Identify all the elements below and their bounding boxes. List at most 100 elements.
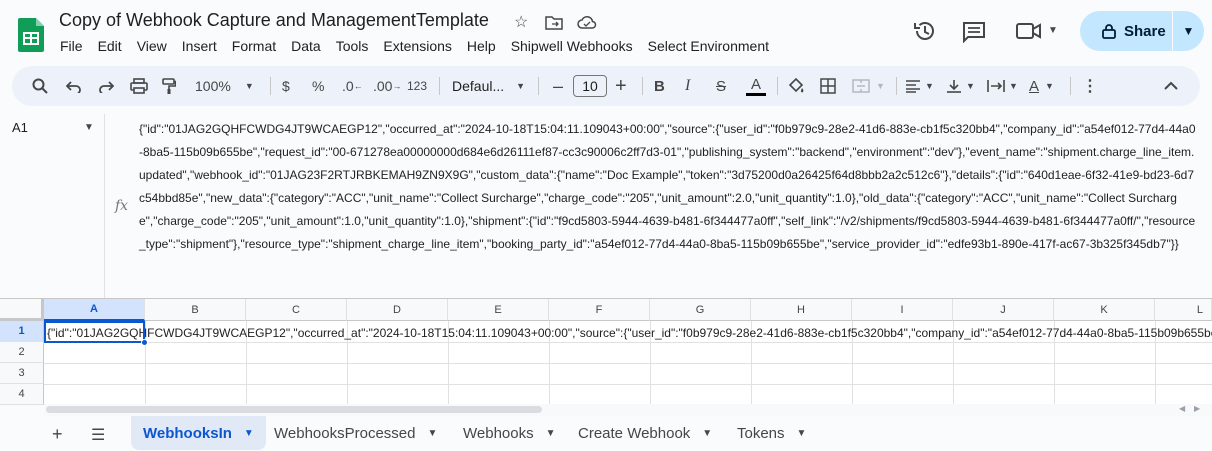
sheet-tab-webhooksin[interactable]: WebhooksIn ▼ [131, 416, 266, 450]
spreadsheet-app: Copy of Webhook Capture and ManagementTe… [0, 0, 1212, 451]
history-icon[interactable] [913, 20, 937, 42]
menu-view[interactable]: View [137, 38, 173, 54]
decrease-decimal-button[interactable]: .0 ← [342, 66, 363, 106]
font-size-field[interactable]: 10 [573, 66, 607, 106]
menu-help[interactable]: Help [467, 38, 502, 54]
share-label: Share [1124, 22, 1166, 40]
sheet-tab-label: WebhooksIn [143, 424, 232, 442]
format-currency-button[interactable]: $ [282, 66, 290, 106]
print-icon[interactable] [130, 66, 148, 106]
text-color-label: A [750, 75, 761, 93]
more-options-icon[interactable]: ⋮ [1082, 66, 1098, 106]
share-button[interactable]: Share ▼ [1080, 11, 1204, 51]
search-menus-icon[interactable] [32, 66, 48, 106]
font-caret-icon: ▼ [516, 81, 526, 91]
row-header-4[interactable]: 4 [0, 384, 44, 405]
column-header-b[interactable]: B [145, 299, 246, 321]
sheet-tab-caret-icon[interactable]: ▼ [797, 428, 807, 439]
zoom-select[interactable]: 100% ▼ [195, 66, 254, 106]
menu-insert[interactable]: Insert [182, 38, 223, 54]
bold-button[interactable]: B [654, 66, 665, 106]
zoom-caret-icon: ▼ [244, 81, 254, 91]
column-header-a[interactable]: A [44, 299, 145, 321]
document-title[interactable]: Copy of Webhook Capture and ManagementTe… [59, 10, 489, 31]
scroll-left-icon[interactable]: ◀ [1179, 404, 1185, 413]
font-size-decrease-button[interactable]: – [553, 66, 563, 106]
more-formats-button[interactable]: 123 [407, 66, 427, 106]
fill-handle[interactable] [141, 339, 148, 346]
merge-cells-icon[interactable]: ▼ [852, 66, 885, 106]
undo-icon[interactable] [66, 66, 82, 106]
google-sheets-logo[interactable] [18, 18, 44, 52]
text-color-button[interactable]: A [746, 66, 766, 106]
column-header-c[interactable]: C [246, 299, 347, 321]
sheet-tab-create-webhook[interactable]: Create Webhook ▼ [566, 416, 724, 450]
select-all-corner[interactable] [0, 299, 44, 321]
sheet-grid[interactable]: A B C D E F G H I J K L 1 2 3 4 {"id":"0… [0, 298, 1212, 405]
menu-format[interactable]: Format [232, 38, 282, 54]
column-header-i[interactable]: I [852, 299, 953, 321]
text-rotation-button[interactable]: A ▼ [1029, 66, 1054, 106]
scroll-right-icon[interactable]: ▶ [1194, 404, 1200, 413]
font-select[interactable]: Defaul... ▼ [452, 66, 525, 106]
menu-edit[interactable]: Edit [98, 38, 128, 54]
column-header-d[interactable]: D [347, 299, 448, 321]
horizontal-align-icon[interactable]: ▼ [905, 66, 934, 106]
font-size-increase-button[interactable]: + [615, 66, 627, 106]
column-header-j[interactable]: J [953, 299, 1054, 321]
sheet-tab-webhooks[interactable]: Webhooks ▼ [451, 416, 568, 450]
text-wrapping-icon[interactable]: ▼ [987, 66, 1018, 106]
format-percent-button[interactable]: % [312, 66, 324, 106]
sheet-tab-caret-icon[interactable]: ▼ [702, 428, 712, 439]
menu-shipwell-webhooks[interactable]: Shipwell Webhooks [511, 38, 639, 54]
sheet-tab-webhooksprocessed[interactable]: WebhooksProcessed ▼ [262, 416, 449, 450]
redo-icon[interactable] [98, 66, 114, 106]
horizontal-scroll-thumb[interactable] [46, 406, 542, 413]
column-header-f[interactable]: F [549, 299, 650, 321]
star-icon[interactable]: ☆ [514, 12, 528, 32]
column-header-g[interactable]: G [650, 299, 751, 321]
add-sheet-icon[interactable]: + [52, 424, 63, 445]
sheet-tab-caret-icon[interactable]: ▼ [427, 428, 437, 439]
meet-dropdown-caret-icon[interactable]: ▼ [1048, 25, 1058, 36]
strikethrough-button[interactable]: S [716, 66, 726, 106]
sheet-tab-caret-icon[interactable]: ▼ [546, 428, 556, 439]
sheet-tab-label: Tokens [737, 424, 785, 442]
menu-tools[interactable]: Tools [336, 38, 375, 54]
collapse-menus-icon[interactable] [1164, 66, 1178, 106]
fill-color-icon[interactable] [787, 66, 805, 106]
meet-icon[interactable] [1016, 22, 1042, 40]
borders-icon[interactable] [820, 66, 836, 106]
italic-button[interactable]: I [685, 66, 690, 106]
name-box[interactable]: A1 [12, 120, 28, 135]
column-header-k[interactable]: K [1054, 299, 1155, 321]
menu-extensions[interactable]: Extensions [383, 38, 457, 54]
cell-a1[interactable]: {"id":"01JAG2GQHFCWDG4JT9WCAEGP12","occu… [47, 326, 1212, 340]
toolbar: 100% ▼ $ % .0 ← .00 → 123 Defaul... ▼ – 10 +… [12, 66, 1200, 106]
column-header-l[interactable]: L [1155, 299, 1212, 321]
column-header-h[interactable]: H [751, 299, 852, 321]
move-folder-icon[interactable] [545, 16, 563, 30]
menu-data[interactable]: Data [291, 38, 327, 54]
sheet-tab-caret-icon[interactable]: ▼ [244, 428, 254, 439]
column-header-e[interactable]: E [448, 299, 549, 321]
comment-icon[interactable] [962, 21, 986, 43]
fx-icon: fx [115, 198, 129, 214]
text-color-swatch [746, 92, 766, 96]
vertical-align-icon[interactable]: ▼ [946, 66, 975, 106]
increase-decimal-button[interactable]: .00 → [373, 66, 401, 106]
menu-file[interactable]: File [60, 38, 89, 54]
formula-input[interactable]: {"id":"01JAG2GQHFCWDG4JT9WCAEGP12","occu… [139, 118, 1199, 256]
all-sheets-menu-icon[interactable]: ☰ [91, 425, 105, 445]
row-header-2[interactable]: 2 [0, 342, 44, 363]
merge-caret-icon: ▼ [876, 81, 885, 91]
menu-select-environment[interactable]: Select Environment [648, 38, 775, 54]
row-header-1[interactable]: 1 [0, 321, 44, 342]
sheet-tab-tokens[interactable]: Tokens ▼ [725, 416, 818, 450]
paint-format-icon[interactable] [162, 66, 176, 106]
row-header-3[interactable]: 3 [0, 363, 44, 384]
cloud-saved-icon[interactable] [577, 15, 597, 29]
active-cell-outline [44, 321, 145, 343]
name-box-caret-icon[interactable]: ▼ [84, 122, 94, 133]
share-dropdown-caret-icon[interactable]: ▼ [1173, 24, 1204, 38]
